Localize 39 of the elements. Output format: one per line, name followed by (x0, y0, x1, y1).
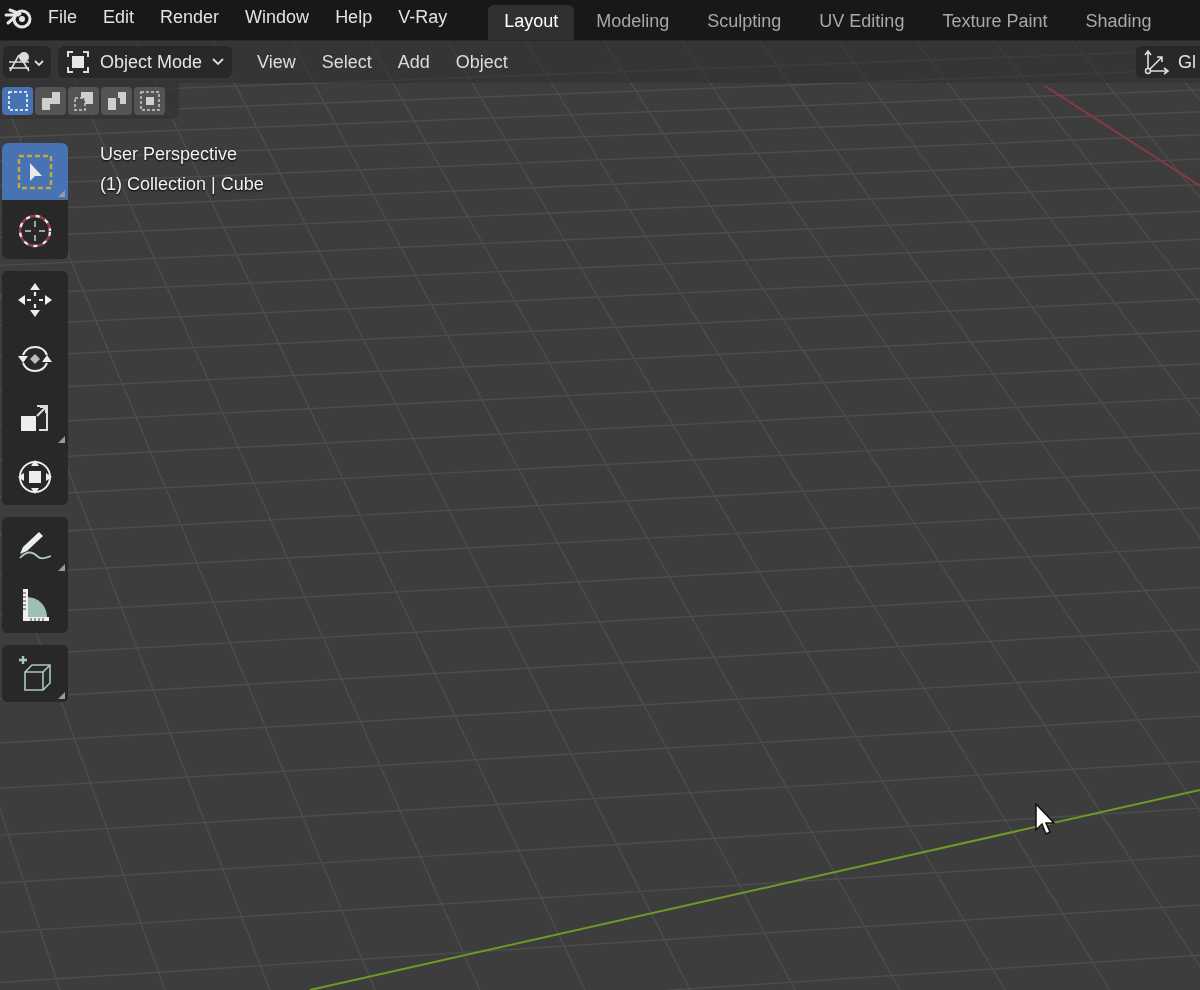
menu-item[interactable]: Render (160, 6, 220, 34)
selection-mode-button[interactable] (35, 87, 66, 115)
orientation-dropdown[interactable]: Gl (1136, 46, 1200, 78)
object-mode-icon (66, 50, 90, 74)
menu-item[interactable]: Window (245, 6, 310, 34)
menu-item[interactable]: V-Ray (398, 6, 448, 34)
caret-icon (212, 58, 225, 66)
mode-dropdown[interactable]: Object Mode (58, 46, 233, 78)
intersect-squares-icon (138, 90, 161, 112)
invert-squares-icon (105, 90, 128, 112)
menu-item[interactable]: Edit (103, 6, 135, 34)
logo-icon[interactable] (4, 6, 34, 30)
selection-mode-button[interactable] (68, 87, 99, 115)
workspace-tab[interactable]: Modeling (580, 5, 686, 40)
overlapping-squares-icon (39, 90, 62, 112)
object-info-label: (1) Collection | Cube (100, 174, 264, 195)
workspace-tab[interactable]: Sculpting (691, 5, 798, 40)
select-tool-button[interactable] (2, 143, 68, 200)
menu-item[interactable]: Add (397, 51, 430, 73)
dashed-square-icon (6, 90, 29, 112)
menu-item[interactable]: View (257, 51, 296, 73)
add-cube-tool-button[interactable] (2, 645, 68, 702)
menu-item[interactable]: Object (455, 51, 508, 73)
selection-mode-button[interactable] (134, 87, 165, 115)
workspace-tab[interactable]: Layout (488, 5, 575, 40)
menu-item[interactable]: Help (335, 6, 373, 34)
mouse-pointer-icon (1034, 802, 1056, 836)
menu-item[interactable]: Select (321, 51, 372, 73)
workspace-tab[interactable]: UV Editing (803, 5, 921, 40)
annotate-tool-button[interactable] (2, 517, 68, 574)
editor-type-button[interactable] (3, 46, 51, 78)
subtract-squares-icon (72, 90, 95, 112)
workspace-tab[interactable]: Shading (1069, 5, 1168, 40)
workspace-tab[interactable]: Texture Paint (926, 5, 1064, 40)
menu-item[interactable]: File (48, 6, 77, 34)
selection-mode-button[interactable] (2, 87, 33, 115)
selection-mode-button[interactable] (101, 87, 132, 115)
view-name-label: User Perspective (100, 144, 239, 165)
axes-icon (1144, 49, 1170, 75)
